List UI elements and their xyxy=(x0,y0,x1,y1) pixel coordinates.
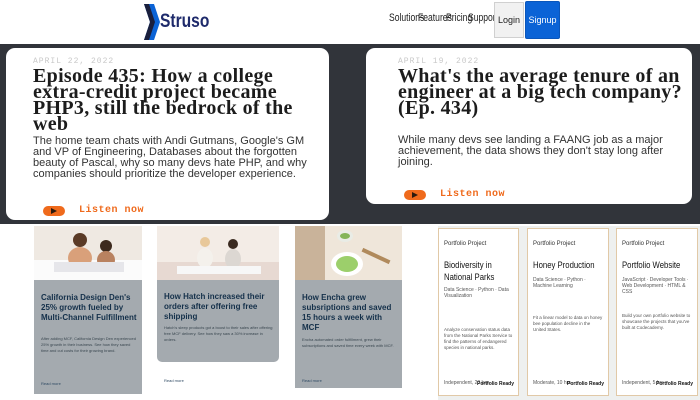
login-button[interactable]: Login xyxy=(494,2,524,38)
case-study-card[interactable]: How Hatch increased their orders after o… xyxy=(157,226,279,383)
podcast-card[interactable]: APRIL 19, 2022 What's the average tenure… xyxy=(366,48,692,204)
portfolio-tag: Portfolio Project xyxy=(533,241,576,247)
podcast-description: The home team chats with Andi Gutmans, G… xyxy=(33,135,307,180)
case-study-title[interactable]: How Hatch increased their orders after o… xyxy=(164,292,274,322)
portfolio-tag: Portfolio Project xyxy=(444,241,487,247)
case-study-body: Encha automated order fulfillment, grew … xyxy=(302,337,394,348)
portfolio-title[interactable]: Honey Production xyxy=(533,259,609,271)
listen-now-link[interactable]: Listen now xyxy=(404,189,505,200)
portfolio-meta: Moderate, 10 hrs xyxy=(533,380,571,386)
portfolio-description: Analyze conservation status data from th… xyxy=(444,327,513,350)
logo-mark-icon xyxy=(144,4,160,40)
portfolio-title[interactable]: Portfolio Website xyxy=(622,259,698,271)
podcast-section: APRIL 22, 2022 Episode 435: How a colleg… xyxy=(0,44,700,224)
logo-text: Struso xyxy=(160,11,210,32)
portfolio-subtitle: Data Science · Python · Machine Learning xyxy=(533,277,586,289)
portfolio-card[interactable]: Portfolio Project Biodiversity in Nation… xyxy=(438,228,519,396)
case-study-card[interactable]: California Design Den's 25% growth fuele… xyxy=(34,226,142,396)
portfolio-ready-button[interactable]: Portfolio Ready xyxy=(656,381,693,387)
portfolio-description: Build your own portfolio website to show… xyxy=(622,313,691,330)
top-navigation: Struso Solutions Features Pricing Suppor… xyxy=(0,0,700,44)
family-photo xyxy=(34,226,142,280)
portfolio-description: Fit a linear model to data on honey bee … xyxy=(533,315,603,332)
tea-photo xyxy=(295,226,402,280)
listen-now-label: Listen now xyxy=(440,189,506,200)
podcast-card[interactable]: APRIL 22, 2022 Episode 435: How a colleg… xyxy=(6,48,329,220)
podcast-description: While many devs see landing a FAANG job … xyxy=(398,134,664,168)
portfolio-title[interactable]: Biodiversity in National Parks xyxy=(444,259,520,283)
read-more-link[interactable]: Read more xyxy=(164,378,184,383)
case-study-card[interactable]: How Encha grew subsriptions and saved 15… xyxy=(295,226,402,388)
signup-button[interactable]: Signup xyxy=(525,1,560,39)
podcast-title[interactable]: What's the average tenure of an engineer… xyxy=(398,66,688,118)
portfolio-card[interactable]: Portfolio Project Portfolio Website Java… xyxy=(616,228,698,396)
brand-logo[interactable]: Struso xyxy=(142,2,209,42)
portfolio-ready-button[interactable]: Portfolio Ready xyxy=(477,381,514,387)
portfolio-section: Portfolio Project Biodiversity in Nation… xyxy=(438,226,700,400)
play-icon xyxy=(404,189,426,200)
listen-now-label: Listen now xyxy=(79,205,145,216)
listen-now-link[interactable]: Listen now xyxy=(43,205,144,216)
portfolio-card[interactable]: Portfolio Project Honey Production Data … xyxy=(527,228,609,396)
read-more-link[interactable]: Read more xyxy=(302,378,322,383)
case-study-title[interactable]: How Encha grew subsriptions and saved 15… xyxy=(302,293,398,333)
portfolio-ready-button[interactable]: Portfolio Ready xyxy=(567,381,604,387)
family-photo xyxy=(157,226,279,280)
podcast-title[interactable]: Episode 435: How a college extra-credit … xyxy=(33,66,323,134)
read-more-link[interactable]: Read more xyxy=(41,381,61,386)
bottom-strip xyxy=(0,394,438,400)
play-icon xyxy=(43,205,65,216)
case-study-title[interactable]: California Design Den's 25% growth fuele… xyxy=(41,293,137,323)
case-study-body: Hatch's sleep products got a boost to th… xyxy=(164,325,273,342)
portfolio-subtitle: JavaScript · Developer Tools · Web Devel… xyxy=(622,277,689,295)
portfolio-tag: Portfolio Project xyxy=(622,241,665,247)
case-study-body: After adding MCF, California Design Den … xyxy=(41,336,136,353)
portfolio-subtitle: Data Science · Python · Data Visualizati… xyxy=(444,287,509,299)
